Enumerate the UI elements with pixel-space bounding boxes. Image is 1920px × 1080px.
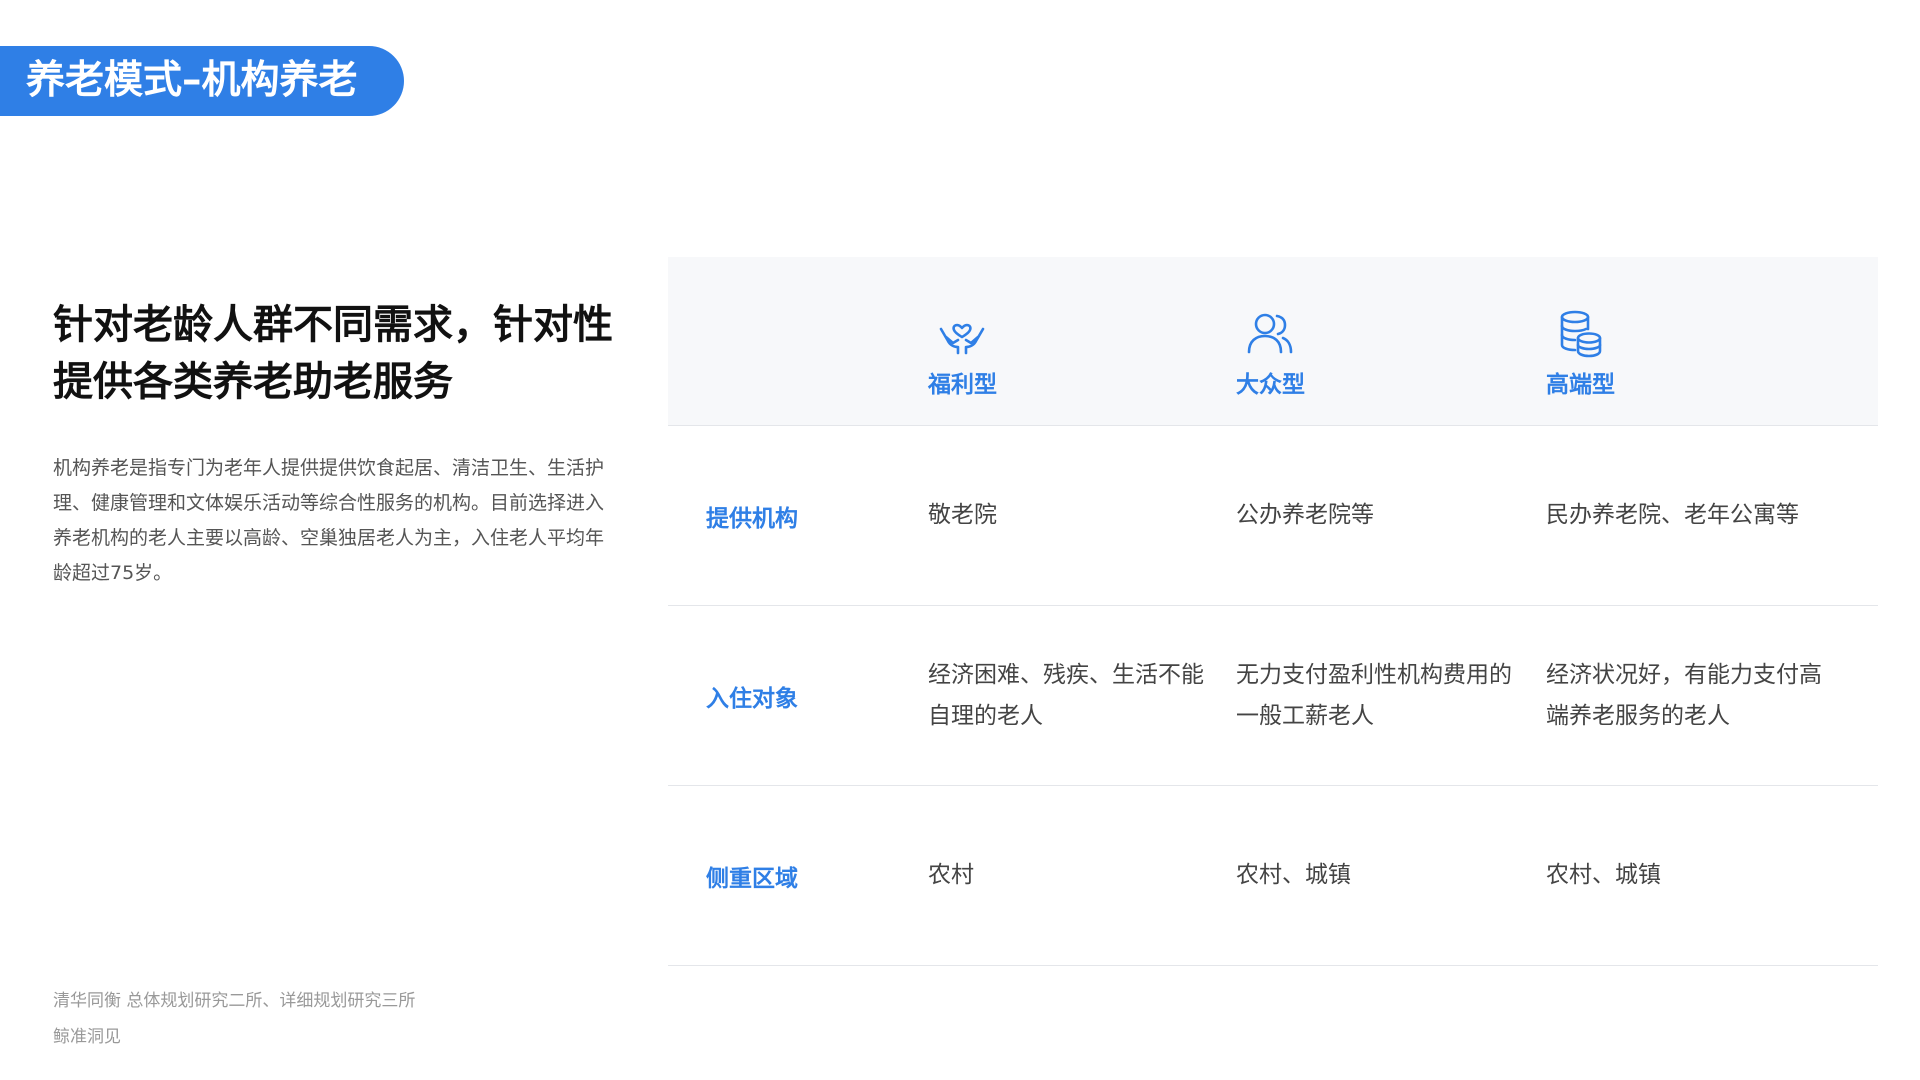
headline: 针对老龄人群不同需求，针对性提供各类养老助老服务: [53, 302, 613, 405]
coin-stack-icon: [1560, 310, 1602, 358]
type-column-welfare: 福利型: [928, 307, 1048, 399]
row-label: 入住对象: [706, 685, 798, 712]
users-icon: [1247, 313, 1293, 354]
row-label: 提供机构: [706, 505, 798, 532]
table-cell: 农村、城镇: [1236, 862, 1351, 888]
heart-in-hands-icon: [939, 323, 985, 355]
table-cell: 民办养老院、老年公寓等: [1546, 502, 1799, 528]
table-cell: 公办养老院等: [1236, 502, 1374, 528]
table-cell: 农村、城镇: [1546, 862, 1661, 888]
description-paragraph: 机构养老是指专门为老年人提供提供饮食起居、清洁卫生、生活护理、健康管理和文体娱乐…: [53, 457, 605, 584]
type-label-premium: 高端型: [1546, 372, 1615, 398]
source-footer: 清华同衡 总体规划研究二所、详细规划研究三所 鲸准洞见: [53, 983, 415, 1055]
table-header: 福利型 大众型 高端型: [668, 257, 1878, 426]
table-cell: 经济困难、残疾、生活不能自理的老人: [928, 661, 1204, 729]
table-cell: 农村: [928, 862, 974, 888]
table-row: 侧重区域 农村 农村、城镇 农村、城镇: [668, 786, 1878, 966]
comparison-table: 福利型 大众型 高端型 提供机构 敬老院 公办养老院等 民办养老院、老年公寓等 …: [668, 257, 1878, 966]
table-row: 入住对象 经济困难、残疾、生活不能自理的老人 无力支付盈利性机构费用的一般工薪老…: [668, 606, 1878, 786]
type-column-public: 大众型: [1236, 307, 1356, 399]
type-column-premium: 高端型: [1546, 307, 1666, 399]
slide-title: 养老模式–机构养老: [0, 46, 404, 116]
slide-page: 养老模式–机构养老 针对老龄人群不同需求，针对性提供各类养老助老服务 机构养老是…: [0, 0, 1920, 1080]
table-cell: 经济状况好，有能力支付高端养老服务的老人: [1546, 661, 1822, 729]
type-label-welfare: 福利型: [928, 372, 997, 398]
table-row: 提供机构 敬老院 公办养老院等 民办养老院、老年公寓等: [668, 426, 1878, 606]
type-label-public: 大众型: [1236, 372, 1305, 398]
table-cell: 敬老院: [928, 502, 997, 528]
row-label: 侧重区域: [706, 865, 798, 892]
source-line-2: 鲸准洞见: [53, 1027, 121, 1047]
source-line-1: 清华同衡 总体规划研究二所、详细规划研究三所: [53, 991, 416, 1011]
table-cell: 无力支付盈利性机构费用的一般工薪老人: [1236, 661, 1512, 729]
